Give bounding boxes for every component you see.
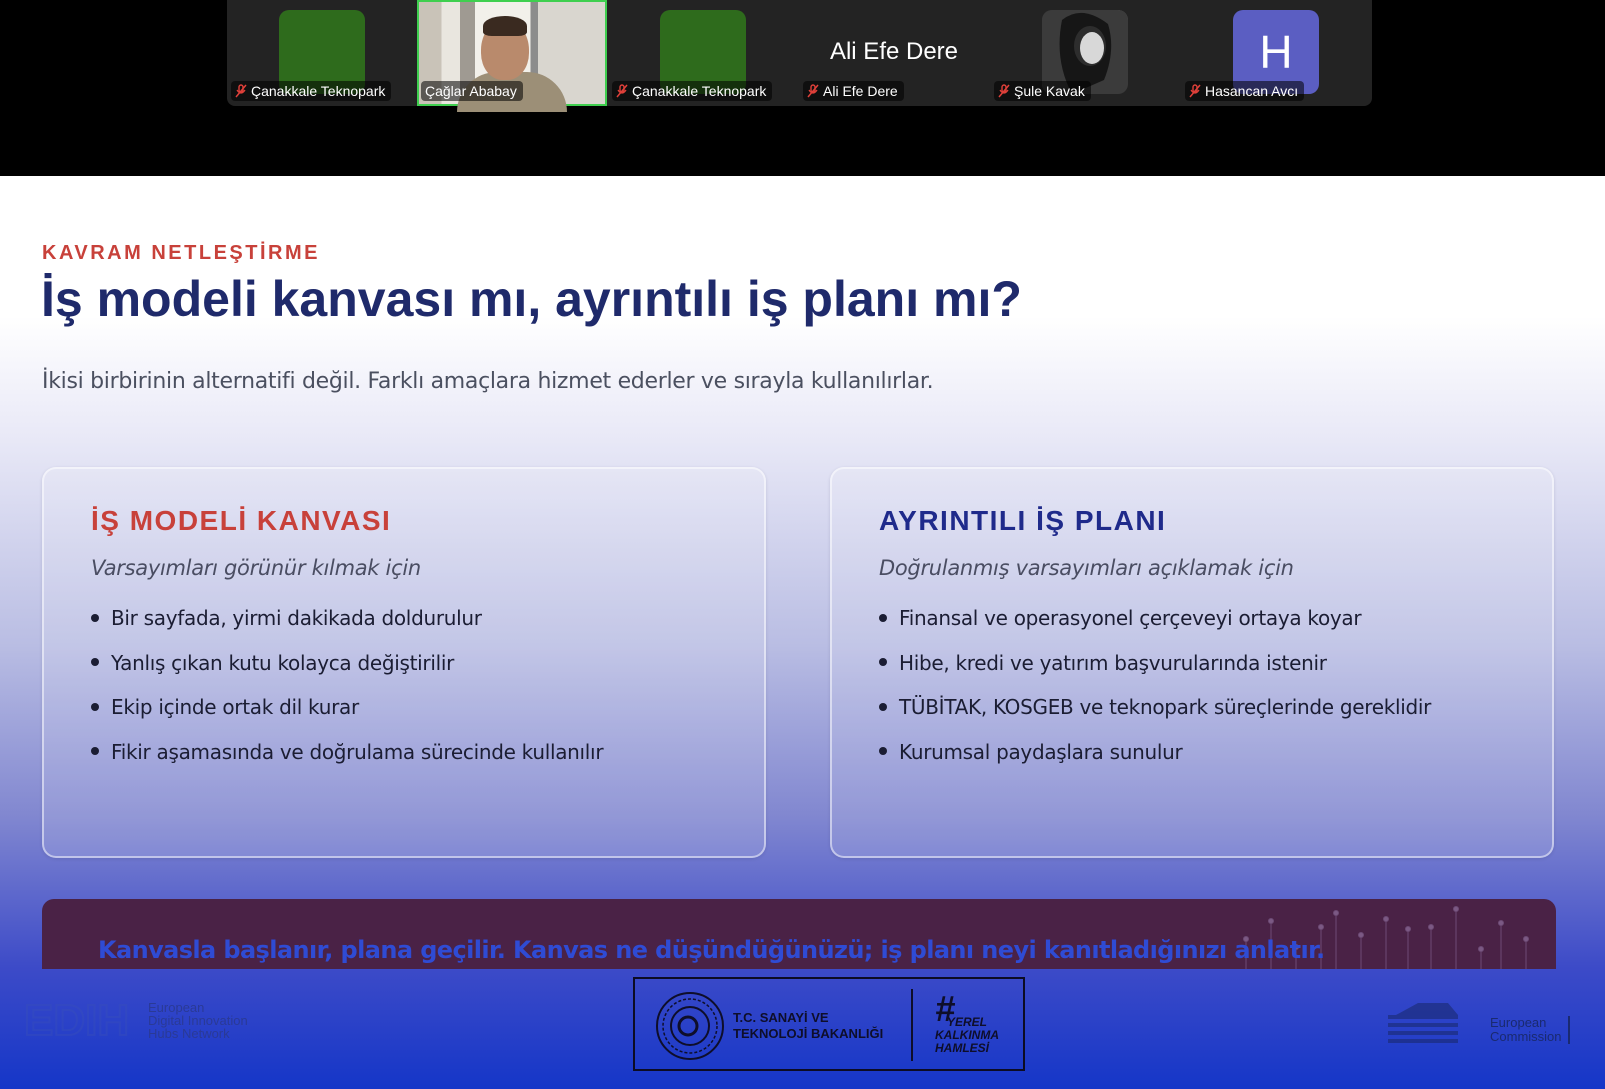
card-detailed-business-plan: AYRINTILI İŞ PLANI Doğrulanmış varsayıml… <box>830 467 1554 858</box>
bullet-text: Kurumsal paydaşlara sunulur <box>899 739 1183 764</box>
bullet-icon <box>879 613 887 622</box>
bullet-text: Fikir aşamasında ve doğrulama sürecinde … <box>111 739 604 764</box>
bullet-text: Finansal ve operasyonel çerçeveyi ortaya… <box>899 606 1362 630</box>
slide-callout: Kanvasla başlanır, plana geçilir. Kanvas… <box>42 899 1556 969</box>
bullet-item: Fikir aşamasında ve doğrulama sürecinde … <box>91 739 604 784</box>
bullet-item: Yanlış çıkan kutu kolayca değiştirilir <box>91 650 603 695</box>
bullet-text: Hibe, kredi ve yatırım başvurularında is… <box>899 650 1327 675</box>
callout-text: Kanvasla başlanır, plana geçilir. Kanvas… <box>98 936 1325 964</box>
bullet-icon <box>879 702 887 711</box>
participant-name: Çağlar Ababay <box>425 83 517 99</box>
bullet-item: Ekip içinde ortak dil kurar <box>91 694 603 739</box>
hashtag-words: YEREL KALKINMA HAMLESİ <box>935 1015 999 1055</box>
card-bullet-list: Bir sayfada, yirmi dakikada doldurulur Y… <box>91 605 604 784</box>
ministry-name: T.C. SANAYİ VE TEKNOLOJİ BAKANLIĞI <box>733 1010 884 1041</box>
participant-tile[interactable]: Şule Kavak <box>990 0 1180 106</box>
participant-name: Hasancan Avcı <box>1205 83 1299 99</box>
bullet-item: Hibe, kredi ve yatırım başvurularında is… <box>879 650 1431 695</box>
participant-name: Çanakkale Teknopark <box>251 83 386 99</box>
muted-mic-icon <box>235 84 247 98</box>
edih-text: European Digital Innovation Hubs Network <box>148 1000 248 1041</box>
participant-tile[interactable]: Çanakkale Teknopark <box>227 0 417 106</box>
ministry-logo-box: T.C. SANAYİ VE TEKNOLOJİ BAKANLIĞI # YER… <box>633 977 1025 1071</box>
muted-mic-icon <box>616 84 628 98</box>
bullet-text: TÜBİTAK, KOSGEB ve teknopark süreçlerind… <box>899 695 1432 719</box>
bullet-item: Kurumsal paydaşlara sunulur <box>879 739 1431 784</box>
bullet-icon <box>91 613 99 622</box>
slide-footer: EDIH European Digital Innovation Hubs Ne… <box>0 969 1605 1089</box>
slide-eyebrow: KAVRAM NETLEŞTİRME <box>42 242 320 264</box>
participant-tile[interactable]: H Hasancan Avcı <box>1181 0 1371 106</box>
bullet-icon <box>879 747 887 755</box>
card-business-model-canvas: İŞ MODELİ KANVASI Varsayımları görünür k… <box>42 467 766 858</box>
participant-display-name: Ali Efe Dere <box>829 38 959 65</box>
muted-mic-icon <box>807 84 819 98</box>
european-commission-logo <box>1388 1003 1458 1043</box>
bullet-text: Yanlış çıkan kutu kolayca değiştirilir <box>111 650 455 675</box>
card-subtitle: Doğrulanmış varsayımları açıklamak için <box>879 556 1294 580</box>
bullet-icon <box>91 702 99 711</box>
slide-title: İş modeli kanvası mı, ayrıntılı iş planı… <box>41 271 1022 327</box>
ministry-seal-icon <box>656 992 724 1060</box>
divider <box>911 989 913 1061</box>
participant-tile[interactable]: Ali Efe Dere Ali Efe Dere <box>799 0 989 106</box>
card-title: İŞ MODELİ KANVASI <box>91 505 392 536</box>
shared-slide: KAVRAM NETLEŞTİRME İş modeli kanvası mı,… <box>0 176 1605 1089</box>
bullet-item: Bir sayfada, yirmi dakikada doldurulur <box>91 605 603 650</box>
share-separator <box>0 120 1605 176</box>
bullet-text: Ekip içinde ortak dil kurar <box>111 695 359 719</box>
card-bullet-list: Finansal ve operasyonel çerçeveyi ortaya… <box>879 605 1431 783</box>
bullet-icon <box>879 658 887 666</box>
bullet-text: Bir sayfada, yirmi dakikada doldurulur <box>111 606 482 630</box>
slide-subtitle: İkisi birbirinin alternatifi değil. Fark… <box>42 369 934 394</box>
muted-mic-icon <box>1189 84 1201 98</box>
european-commission-text: European Commission <box>1490 1015 1562 1044</box>
bullet-item: TÜBİTAK, KOSGEB ve teknopark süreçlerind… <box>879 694 1431 739</box>
svg-text:EDIH: EDIH <box>24 999 129 1041</box>
bullet-item: Finansal ve operasyonel çerçeveyi ortaya… <box>879 605 1431 650</box>
bullet-icon <box>91 658 99 666</box>
participant-tile[interactable]: Çanakkale Teknopark <box>608 0 798 106</box>
muted-mic-icon <box>998 84 1010 98</box>
participant-name: Şule Kavak <box>1014 83 1085 99</box>
participant-tile-active-speaker[interactable]: Çağlar Ababay <box>417 0 607 112</box>
bullet-icon <box>91 747 99 755</box>
divider <box>1568 1016 1570 1044</box>
edih-logo: EDIH <box>24 999 130 1041</box>
card-subtitle: Varsayımları görünür kılmak için <box>91 556 421 580</box>
participant-name: Çanakkale Teknopark <box>632 83 767 99</box>
card-title: AYRINTILI İŞ PLANI <box>879 505 1167 536</box>
participant-name: Ali Efe Dere <box>823 83 898 99</box>
participant-strip: Çanakkale Teknopark Çağlar Ababay Çanakk… <box>227 0 1372 112</box>
